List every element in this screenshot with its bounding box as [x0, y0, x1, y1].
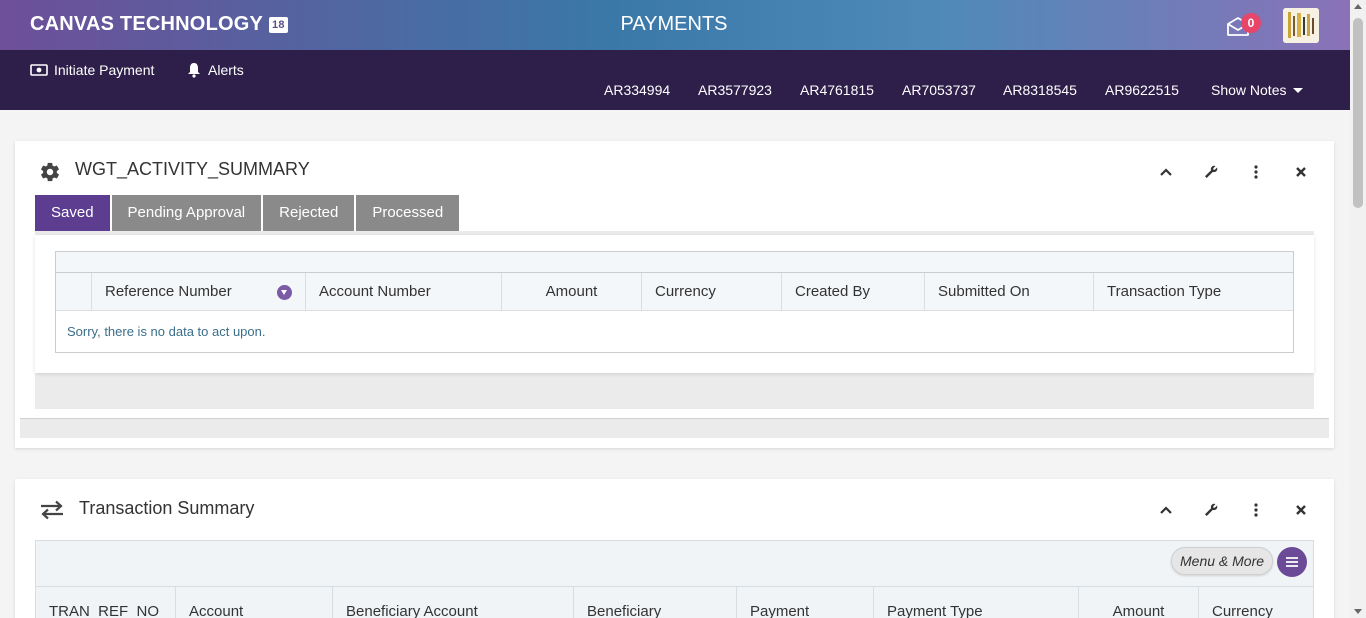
close-icon[interactable]	[1292, 163, 1310, 181]
cash-icon	[30, 64, 48, 76]
widget-title: WGT_ACTIVITY_SUMMARY	[75, 159, 310, 179]
widget-footer	[20, 418, 1329, 438]
user-avatar[interactable]	[1283, 8, 1319, 43]
account-link-AR3577923[interactable]: AR3577923	[698, 82, 772, 98]
column-header-tran-ref-no[interactable]: TRAN_REF_NO	[36, 587, 176, 618]
column-header-amount[interactable]: Amount	[1079, 587, 1199, 618]
more-vertical-icon[interactable]	[1247, 501, 1265, 519]
account-link-AR9622515[interactable]: AR9622515	[1105, 82, 1179, 98]
account-link-AR4761815[interactable]: AR4761815	[800, 82, 874, 98]
scroll-down-arrow-icon[interactable]	[1354, 609, 1362, 614]
column-label: Reference Number	[105, 283, 232, 300]
column-header-amount[interactable]: Amount	[502, 273, 642, 310]
gear-icon[interactable]	[39, 161, 61, 188]
sort-dropdown-icon[interactable]	[277, 285, 292, 300]
tab-panel: Reference Number Account Number Amount C…	[35, 231, 1314, 409]
account-link-AR334994[interactable]: AR334994	[604, 82, 670, 98]
transaction-summary-widget: Transaction Summary Menu & More TRAN_REF…	[15, 479, 1334, 618]
menu-and-more-button[interactable]: Menu & More	[1171, 547, 1274, 575]
close-icon[interactable]	[1292, 501, 1310, 519]
column-header-account[interactable]: Account	[176, 587, 333, 618]
page-scrollbar[interactable]	[1350, 0, 1366, 618]
collapse-icon[interactable]	[1157, 501, 1175, 519]
show-notes-label: Show Notes	[1211, 82, 1287, 98]
hamburger-icon	[1286, 557, 1298, 567]
app-header: CANVAS TECHNOLOGY 18 PAYMENTS 0	[0, 0, 1350, 50]
column-header-created-by[interactable]: Created By	[782, 273, 925, 310]
widget-title: Transaction Summary	[79, 498, 255, 518]
column-header-reference-number[interactable]: Reference Number	[92, 273, 306, 310]
initiate-payment-label: Initiate Payment	[54, 62, 155, 78]
page-title: PAYMENTS	[620, 13, 728, 35]
column-header-payment-type[interactable]: Payment Type	[874, 587, 1079, 618]
account-link-AR7053737[interactable]: AR7053737	[902, 82, 976, 98]
account-link-AR8318545[interactable]: AR8318545	[1003, 82, 1077, 98]
column-header-currency[interactable]: Currency	[642, 273, 782, 310]
empty-state-message: Sorry, there is no data to act upon.	[67, 324, 266, 339]
action-bar: Initiate Payment Alerts AR334994 AR35779…	[0, 50, 1350, 110]
activity-grid: Reference Number Account Number Amount C…	[55, 251, 1294, 353]
tab-saved[interactable]: Saved	[35, 195, 110, 231]
grid-header-row: Reference Number Account Number Amount C…	[56, 273, 1293, 311]
tab-rejected[interactable]: Rejected	[263, 195, 355, 231]
alerts-label: Alerts	[208, 62, 244, 78]
swap-arrows-icon	[39, 500, 65, 525]
activity-summary-widget: WGT_ACTIVITY_SUMMARY Saved Pending Appro…	[15, 141, 1334, 448]
more-vertical-icon[interactable]	[1247, 163, 1265, 181]
notification-count-badge: 0	[1241, 13, 1261, 33]
scroll-up-arrow-icon[interactable]	[1354, 4, 1362, 9]
column-header-submitted-on[interactable]: Submitted On	[925, 273, 1094, 310]
grid-header-row: TRAN_REF_NO Account Beneficiary Account …	[35, 586, 1314, 618]
caret-down-icon	[1293, 87, 1304, 93]
column-header-payment[interactable]: Payment	[737, 587, 874, 618]
alerts-link[interactable]: Alerts	[186, 62, 244, 78]
tab-pending-approval[interactable]: Pending Approval	[111, 195, 262, 231]
initiate-payment-link[interactable]: Initiate Payment	[30, 62, 154, 78]
hamburger-menu-button[interactable]	[1277, 547, 1307, 577]
activity-tabs: Saved Pending Approval Rejected Processe…	[35, 195, 461, 231]
column-header-beneficiary[interactable]: Beneficiary	[574, 587, 737, 618]
column-header-account-number[interactable]: Account Number	[306, 273, 502, 310]
column-header-currency[interactable]: Currency	[1199, 587, 1313, 618]
column-header-beneficiary-account[interactable]: Beneficiary Account	[333, 587, 574, 618]
select-column-header[interactable]	[56, 273, 92, 310]
wrench-icon[interactable]	[1202, 501, 1220, 519]
grid-toolbar: Menu & More	[35, 540, 1314, 586]
grid-toolbar	[56, 252, 1293, 273]
scroll-thumb[interactable]	[1353, 18, 1363, 208]
column-header-transaction-type[interactable]: Transaction Type	[1094, 273, 1293, 310]
show-notes-dropdown[interactable]: Show Notes	[1211, 82, 1304, 98]
tab-processed[interactable]: Processed	[356, 195, 460, 231]
wrench-icon[interactable]	[1202, 163, 1220, 181]
collapse-icon[interactable]	[1157, 163, 1175, 181]
tab-panel-content: Reference Number Account Number Amount C…	[35, 235, 1314, 373]
bell-icon	[188, 63, 200, 78]
